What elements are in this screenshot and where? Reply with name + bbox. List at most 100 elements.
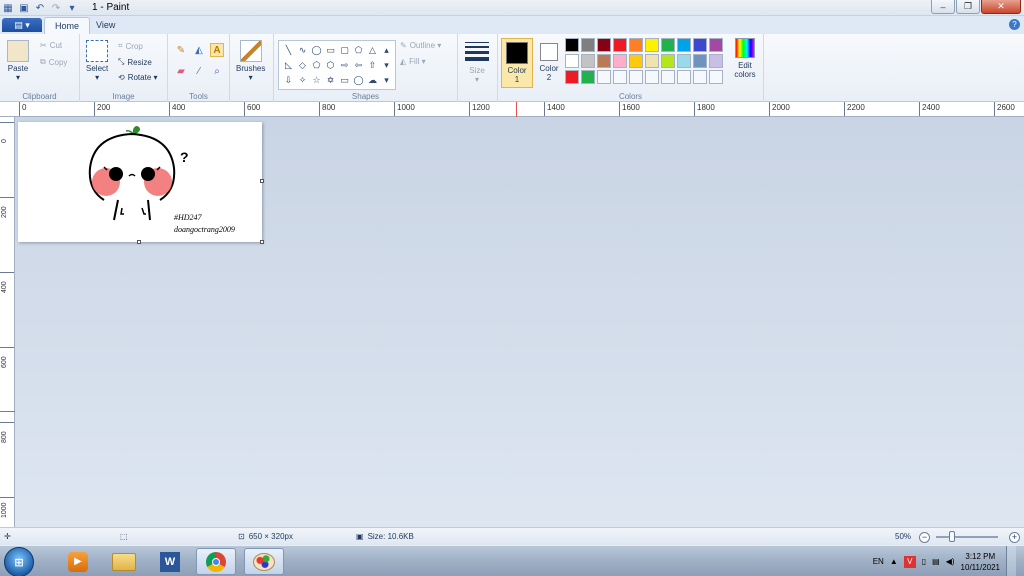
palette-swatch[interactable]: [581, 70, 595, 84]
palette-swatch[interactable]: [677, 38, 691, 52]
magnifier-icon[interactable]: ⌕: [210, 64, 224, 78]
hexagon-shape-icon[interactable]: ⬡: [324, 58, 337, 72]
network-tray-icon[interactable]: ▤: [932, 557, 940, 566]
down-arrow-shape-icon[interactable]: ⇩: [282, 73, 295, 87]
edit-colors-button[interactable]: Edit colors: [733, 38, 757, 79]
size-button[interactable]: Size ▾: [465, 40, 489, 84]
right-arrow-shape-icon[interactable]: ⇨: [338, 58, 351, 72]
palette-swatch[interactable]: [613, 38, 627, 52]
oval-callout-shape-icon[interactable]: ◯: [352, 73, 365, 87]
palette-swatch[interactable]: [677, 70, 691, 84]
more-shapes-icon[interactable]: ▾: [380, 73, 393, 87]
antivirus-tray-icon[interactable]: V: [903, 555, 916, 568]
chevron-down-icon[interactable]: ▾: [66, 2, 78, 14]
palette-swatch[interactable]: [565, 54, 579, 68]
line-shape-icon[interactable]: ╲: [282, 43, 295, 57]
palette-swatch[interactable]: [693, 38, 707, 52]
palette-swatch[interactable]: [677, 54, 691, 68]
left-arrow-shape-icon[interactable]: ⇦: [352, 58, 365, 72]
close-button[interactable]: ✕: [981, 0, 1021, 14]
eraser-icon[interactable]: ▰: [174, 64, 188, 78]
curve-shape-icon[interactable]: ∿: [296, 43, 309, 57]
zoom-slider-thumb[interactable]: [949, 531, 955, 542]
word-taskbar-icon[interactable]: W: [150, 548, 190, 575]
fill-bucket-icon[interactable]: ◭: [192, 43, 206, 57]
color-picker-icon[interactable]: ⁄: [192, 64, 206, 78]
palette-swatch[interactable]: [629, 38, 643, 52]
system-clock[interactable]: 3:12 PM 10/11/2021: [961, 551, 1000, 573]
zoom-in-button[interactable]: +: [1009, 532, 1020, 543]
outline-button[interactable]: ✎ Outline ▾: [400, 41, 441, 50]
paint-taskbar-icon[interactable]: [244, 548, 284, 575]
minimize-button[interactable]: –: [931, 0, 955, 14]
pencil-icon[interactable]: ✎: [174, 43, 188, 57]
rotate-button[interactable]: ⟲ Rotate ▾: [118, 73, 158, 82]
palette-swatch[interactable]: [597, 54, 611, 68]
tab-view[interactable]: View: [86, 17, 125, 34]
five-point-star-shape-icon[interactable]: ☆: [310, 73, 323, 87]
device-tray-icon[interactable]: ▯: [922, 557, 926, 566]
palette-swatch[interactable]: [581, 54, 595, 68]
text-tool-icon[interactable]: A: [210, 43, 224, 57]
canvas-resize-handle-right[interactable]: [260, 179, 264, 183]
volume-tray-icon[interactable]: ◀): [946, 557, 955, 566]
save-icon[interactable]: ▣: [18, 2, 30, 14]
scroll-down-icon[interactable]: ▾: [380, 58, 393, 72]
palette-swatch[interactable]: [661, 38, 675, 52]
polygon-shape-icon[interactable]: ⬠: [352, 43, 365, 57]
palette-swatch[interactable]: [709, 54, 723, 68]
maximize-button[interactable]: ❐: [956, 0, 980, 14]
right-triangle-shape-icon[interactable]: ◺: [282, 58, 295, 72]
paste-button[interactable]: Paste ▾: [7, 40, 29, 82]
resize-button[interactable]: ⤡ Resize: [118, 57, 152, 67]
canvas-resize-handle-corner[interactable]: [260, 240, 264, 244]
palette-swatch[interactable]: [645, 54, 659, 68]
tab-home[interactable]: Home: [44, 17, 91, 34]
help-icon[interactable]: ?: [1009, 19, 1020, 30]
palette-swatch[interactable]: [709, 70, 723, 84]
language-indicator[interactable]: EN: [873, 557, 884, 566]
paint-app-icon[interactable]: ▦: [2, 2, 14, 14]
select-button[interactable]: Select ▾: [86, 40, 108, 82]
file-menu-button[interactable]: ▤ ▾: [2, 18, 42, 32]
four-point-star-shape-icon[interactable]: ✧: [296, 73, 309, 87]
cloud-callout-shape-icon[interactable]: ☁: [366, 73, 379, 87]
fill-button[interactable]: ◭ Fill ▾: [400, 57, 426, 66]
oval-shape-icon[interactable]: ◯: [310, 43, 323, 57]
palette-swatch[interactable]: [645, 38, 659, 52]
pentagon-shape-icon[interactable]: ⬠: [310, 58, 323, 72]
six-point-star-shape-icon[interactable]: ✡: [324, 73, 337, 87]
palette-swatch[interactable]: [693, 54, 707, 68]
drawing-canvas[interactable]: ? #HD247 doangoctrang2009: [18, 122, 262, 242]
zoom-out-button[interactable]: −: [919, 532, 930, 543]
chrome-taskbar-icon[interactable]: [196, 548, 236, 575]
undo-icon[interactable]: ↶: [34, 2, 46, 14]
palette-swatch[interactable]: [597, 70, 611, 84]
tray-expand-icon[interactable]: ▲: [890, 557, 898, 566]
redo-icon[interactable]: ↷: [50, 2, 62, 14]
canvas-resize-handle-bottom[interactable]: [137, 240, 141, 244]
palette-swatch[interactable]: [661, 54, 675, 68]
diamond-shape-icon[interactable]: ◇: [296, 58, 309, 72]
start-button[interactable]: ⊞: [4, 547, 34, 576]
show-desktop-button[interactable]: [1006, 546, 1016, 576]
palette-swatch[interactable]: [597, 38, 611, 52]
zoom-slider-track[interactable]: [936, 536, 998, 538]
color2-button[interactable]: Color 2: [536, 38, 562, 88]
palette-swatch[interactable]: [629, 54, 643, 68]
triangle-shape-icon[interactable]: △: [366, 43, 379, 57]
up-arrow-shape-icon[interactable]: ⇧: [366, 58, 379, 72]
media-player-taskbar-icon[interactable]: ▶: [58, 548, 98, 575]
crop-button[interactable]: ⌗ Crop: [118, 41, 143, 51]
palette-swatch[interactable]: [613, 54, 627, 68]
palette-swatch[interactable]: [581, 38, 595, 52]
copy-button[interactable]: ⧉ Copy: [40, 57, 67, 67]
palette-swatch[interactable]: [565, 70, 579, 84]
palette-swatch[interactable]: [613, 70, 627, 84]
palette-swatch[interactable]: [709, 38, 723, 52]
cut-button[interactable]: ✂ Cut: [40, 41, 62, 50]
rect-callout-shape-icon[interactable]: ▭: [338, 73, 351, 87]
palette-swatch[interactable]: [565, 38, 579, 52]
rounded-rectangle-shape-icon[interactable]: ▢: [338, 43, 351, 57]
explorer-taskbar-icon[interactable]: [104, 548, 144, 575]
